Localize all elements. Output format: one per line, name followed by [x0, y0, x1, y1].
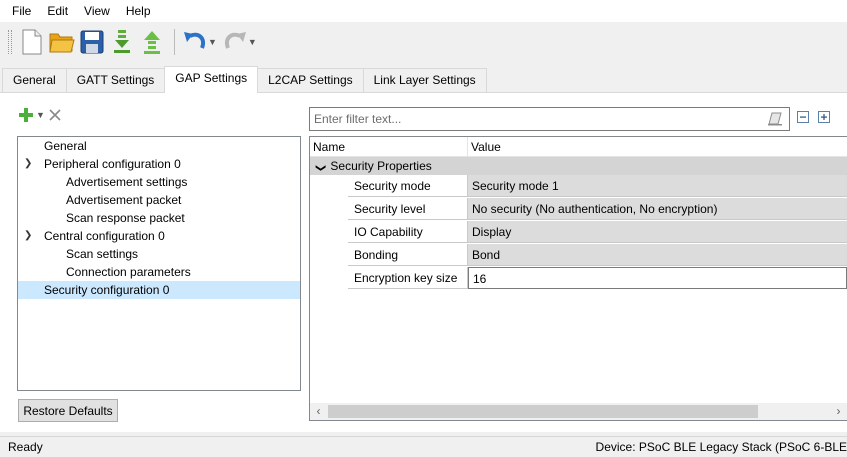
configuration-tree: General ❯ Peripheral configuration 0 Adve…	[17, 136, 301, 391]
chevron-down-icon[interactable]: ❯	[311, 164, 329, 172]
properties-grid: Name Value ❯ Security Properties Security…	[309, 136, 847, 421]
toolbar-separator	[174, 29, 175, 55]
import-button[interactable]	[108, 27, 136, 57]
property-row-security-mode[interactable]: Security mode Security mode 1	[310, 175, 847, 198]
group-label: Security Properties	[330, 159, 432, 173]
tree-item-label: Scan response packet	[66, 211, 185, 225]
tree-item-label: Advertisement settings	[66, 175, 188, 189]
toolbar-grip[interactable]	[8, 30, 12, 54]
property-value-dropdown[interactable]: Security mode 1	[468, 175, 847, 197]
device-status: Device: PSoC BLE Legacy Stack (PSoC 6-BL…	[595, 440, 847, 454]
status-text: Ready	[8, 440, 43, 454]
tree-item-general[interactable]: General	[18, 137, 300, 155]
collapse-all-icon[interactable]	[797, 111, 809, 123]
redo-button[interactable]	[221, 27, 249, 57]
tab-general[interactable]: General	[2, 68, 67, 92]
save-icon	[80, 30, 104, 54]
property-row-io-capability[interactable]: IO Capability Display	[310, 221, 847, 244]
tree-item-label: Security configuration 0	[44, 283, 170, 297]
property-row-encryption-key-size[interactable]: Encryption key size 16	[310, 267, 847, 290]
tree-item-label: Connection parameters	[66, 265, 191, 279]
tree-item-advertisement-settings[interactable]: Advertisement settings	[18, 173, 300, 191]
property-value-dropdown[interactable]: Display	[468, 221, 847, 243]
tree-item-scan-response-packet[interactable]: Scan response packet	[18, 209, 300, 227]
open-folder-icon	[49, 33, 75, 53]
menu-edit[interactable]: Edit	[39, 0, 76, 22]
toolbar: ▼ ▼	[0, 23, 847, 61]
tab-gatt-settings[interactable]: GATT Settings	[65, 68, 166, 92]
tree-item-label: Advertisement packet	[66, 193, 182, 207]
restore-defaults-button[interactable]: Restore Defaults	[18, 399, 118, 422]
column-header-value[interactable]: Value	[468, 137, 847, 156]
clear-filter-icon[interactable]	[767, 112, 783, 126]
property-name: Encryption key size	[348, 267, 468, 289]
gap-settings-panel: ▼ General ❯ Peripheral configuration 0 Ad…	[0, 93, 847, 432]
undo-button[interactable]	[181, 27, 209, 57]
add-icon[interactable]	[18, 107, 34, 123]
tree-toolbar: ▼	[18, 107, 61, 123]
tab-gap-settings[interactable]: GAP Settings	[164, 66, 259, 93]
scrollbar-thumb[interactable]	[328, 405, 758, 418]
delete-icon[interactable]	[49, 109, 61, 121]
import-icon	[114, 30, 130, 53]
tree-item-peripheral-configuration[interactable]: ❯ Peripheral configuration 0	[18, 155, 300, 173]
property-name: Security level	[348, 198, 468, 220]
save-button[interactable]	[78, 27, 106, 57]
tab-l2cap-settings[interactable]: L2CAP Settings	[257, 68, 364, 92]
open-button[interactable]	[48, 27, 76, 57]
grid-header: Name Value	[310, 137, 847, 157]
tree-item-advertisement-packet[interactable]: Advertisement packet	[18, 191, 300, 209]
property-name: Bonding	[348, 244, 468, 266]
tree-item-label: Peripheral configuration 0	[44, 157, 181, 171]
export-icon	[144, 31, 160, 54]
add-dropdown-icon[interactable]: ▼	[36, 110, 45, 120]
redo-dropdown-icon[interactable]: ▼	[248, 37, 257, 47]
tree-item-connection-parameters[interactable]: Connection parameters	[18, 263, 300, 281]
menu-view[interactable]: View	[76, 0, 118, 22]
property-row-security-level[interactable]: Security level No security (No authentic…	[310, 198, 847, 221]
tab-link-layer-settings[interactable]: Link Layer Settings	[362, 68, 487, 92]
tab-bar: General GATT Settings GAP Settings L2CAP…	[0, 66, 847, 93]
filter-placeholder: Enter filter text...	[314, 112, 402, 126]
tree-item-label: Central configuration 0	[44, 229, 165, 243]
undo-dropdown-icon[interactable]: ▼	[208, 37, 217, 47]
property-value-input[interactable]: 16	[468, 267, 847, 289]
horizontal-scrollbar[interactable]: ‹ ›	[310, 403, 847, 420]
tree-item-label: General	[44, 139, 87, 153]
property-row-bonding[interactable]: Bonding Bond	[310, 244, 847, 267]
column-header-name[interactable]: Name	[310, 137, 468, 156]
scroll-left-icon[interactable]: ‹	[310, 403, 327, 420]
new-file-button[interactable]	[18, 27, 46, 57]
menu-file[interactable]: File	[4, 0, 39, 22]
property-name: Security mode	[348, 175, 468, 197]
scroll-right-icon[interactable]: ›	[830, 403, 847, 420]
tree-item-security-configuration[interactable]: Security configuration 0	[18, 281, 300, 299]
property-value-dropdown[interactable]: No security (No authentication, No encry…	[468, 198, 847, 220]
tree-item-label: Scan settings	[66, 247, 139, 261]
undo-icon	[184, 32, 205, 49]
tree-item-scan-settings[interactable]: Scan settings	[18, 245, 300, 263]
tree-item-central-configuration[interactable]: ❯ Central configuration 0	[18, 227, 300, 245]
chevron-down-icon[interactable]: ❯	[24, 227, 32, 245]
expand-all-icon[interactable]	[818, 111, 830, 123]
new-file-icon	[22, 29, 42, 55]
property-name: IO Capability	[348, 221, 468, 243]
chevron-down-icon[interactable]: ❯	[24, 155, 32, 173]
menu-bar: File Edit View Help	[0, 0, 847, 22]
group-security-properties[interactable]: ❯ Security Properties	[310, 157, 847, 175]
export-button[interactable]	[138, 27, 166, 57]
filter-input[interactable]: Enter filter text...	[309, 107, 790, 131]
status-bar: Ready Device: PSoC BLE Legacy Stack (PSo…	[0, 436, 847, 457]
menu-help[interactable]: Help	[118, 0, 159, 22]
redo-icon	[224, 32, 246, 49]
property-value-dropdown[interactable]: Bond	[468, 244, 847, 266]
